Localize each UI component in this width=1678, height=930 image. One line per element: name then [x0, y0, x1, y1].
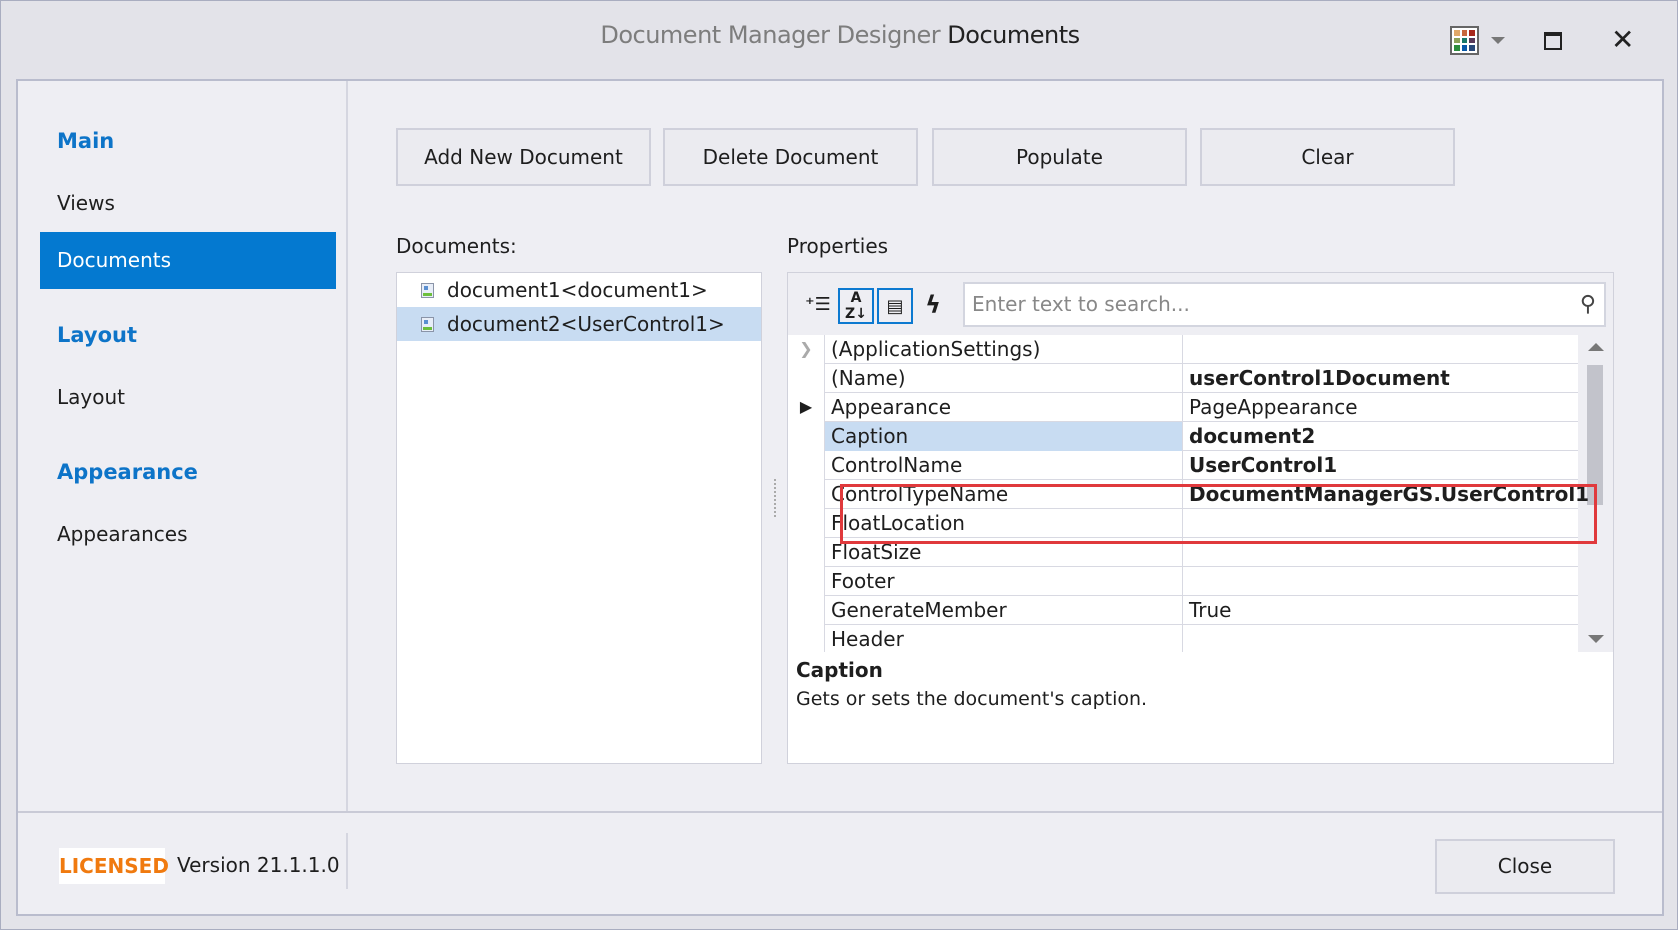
scroll-down-icon[interactable]: [1588, 635, 1604, 643]
row-gutter: [788, 422, 824, 451]
description-title: Caption: [796, 658, 883, 682]
property-row[interactable]: Header: [788, 625, 1578, 652]
property-name: Caption: [824, 422, 1183, 451]
row-gutter: [788, 538, 824, 567]
events-lightning-icon[interactable]: ϟ: [915, 288, 951, 324]
client-area: Main Views Documents Layout Layout Appea…: [16, 79, 1664, 916]
property-name: ControlName: [824, 451, 1183, 480]
dropdown-arrow-icon[interactable]: [1491, 37, 1505, 44]
description-text: Gets or sets the document's caption.: [796, 688, 1148, 710]
scroll-up-icon[interactable]: [1588, 343, 1604, 351]
property-rows: ❯ (ApplicationSettings) (Name) userControl1…: [788, 335, 1613, 652]
delete-document-button[interactable]: Delete Document: [663, 128, 918, 186]
property-name: Footer: [824, 567, 1183, 596]
property-pages-icon[interactable]: ▤: [877, 288, 913, 324]
designer-window: Document Manager Designer Documents ✕ Ma…: [0, 0, 1678, 930]
nav-item-appearances[interactable]: Appearances: [40, 506, 336, 563]
row-gutter: [788, 364, 824, 393]
row-gutter: [788, 625, 824, 652]
license-badge: LICENSED: [59, 848, 169, 884]
nav-header-layout: Layout: [57, 323, 138, 347]
skin-palette-icon[interactable]: [1450, 26, 1479, 55]
list-item[interactable]: document2<UserControl1>: [397, 307, 761, 341]
document-icon: [421, 283, 434, 298]
nav-item-views[interactable]: Views: [40, 175, 336, 232]
properties-label: Properties: [787, 234, 889, 258]
row-gutter: [788, 480, 824, 509]
add-new-document-button[interactable]: Add New Document: [396, 128, 651, 186]
search-icon[interactable]: ⚲: [1580, 284, 1596, 325]
property-search-input[interactable]: Enter text to search... ⚲: [963, 282, 1606, 327]
property-name: (ApplicationSettings): [824, 335, 1183, 364]
property-row[interactable]: ControlName UserControl1: [788, 451, 1578, 480]
row-gutter: [788, 596, 824, 625]
nav-item-documents[interactable]: Documents: [40, 232, 336, 289]
populate-button[interactable]: Populate: [932, 128, 1187, 186]
property-name: Header: [824, 625, 1183, 652]
property-toolbar: ⁺☰ A Z↓ ▤ ϟ Enter text to search... ⚲: [788, 273, 1613, 335]
property-grid: ⁺☰ A Z↓ ▤ ϟ Enter text to search... ⚲ ❯ (Ap…: [787, 272, 1614, 764]
window-title: Document Manager Designer Documents: [600, 21, 1080, 49]
clear-button[interactable]: Clear: [1200, 128, 1455, 186]
maximize-icon[interactable]: [1544, 32, 1562, 50]
property-name: GenerateMember: [824, 596, 1183, 625]
expand-icon[interactable]: ❯: [788, 335, 824, 364]
nav-header-appearance: Appearance: [57, 460, 198, 484]
row-gutter: [788, 509, 824, 538]
splitter-handle[interactable]: [774, 479, 778, 517]
documents-list[interactable]: document1<document1> document2<UserContr…: [396, 272, 762, 764]
property-value[interactable]: userControl1Document: [1184, 364, 1578, 392]
property-row[interactable]: ▶ Appearance PageAppearance: [788, 393, 1578, 422]
property-row[interactable]: Footer: [788, 567, 1578, 596]
close-button[interactable]: Close: [1435, 839, 1615, 894]
property-row[interactable]: (Name) userControl1Document: [788, 364, 1578, 393]
documents-label: Documents:: [396, 234, 517, 258]
sidebar: Main Views Documents Layout Layout Appea…: [18, 81, 348, 811]
close-window-icon[interactable]: ✕: [1611, 23, 1634, 56]
property-value[interactable]: document2: [1184, 422, 1578, 450]
footer-divider: [346, 833, 348, 889]
version-label: Version 21.1.1.0: [177, 853, 340, 877]
expand-icon[interactable]: ▶: [788, 393, 824, 422]
property-value[interactable]: PageAppearance: [1184, 393, 1578, 421]
row-gutter: [788, 567, 824, 596]
sort-alphabetical-icon[interactable]: A Z↓: [838, 288, 874, 324]
property-description: Caption Gets or sets the document's capt…: [796, 658, 1596, 710]
nav-header-main: Main: [57, 129, 115, 153]
categorized-icon[interactable]: ⁺☰: [800, 288, 836, 324]
row-gutter: [788, 451, 824, 480]
footer: LICENSED Version 21.1.1.0 Close: [18, 811, 1662, 914]
list-item[interactable]: document1<document1>: [397, 273, 761, 307]
document-icon: [421, 317, 434, 332]
nav-item-layout[interactable]: Layout: [40, 369, 336, 426]
property-name: (Name): [824, 364, 1183, 393]
property-row[interactable]: GenerateMember True: [788, 596, 1578, 625]
highlight-box: [840, 484, 1597, 544]
property-row[interactable]: ❯ (ApplicationSettings): [788, 335, 1578, 364]
property-value[interactable]: True: [1184, 596, 1578, 624]
property-name: Appearance: [824, 393, 1183, 422]
property-row[interactable]: Caption document2: [788, 422, 1578, 451]
property-value[interactable]: UserControl1: [1184, 451, 1578, 479]
